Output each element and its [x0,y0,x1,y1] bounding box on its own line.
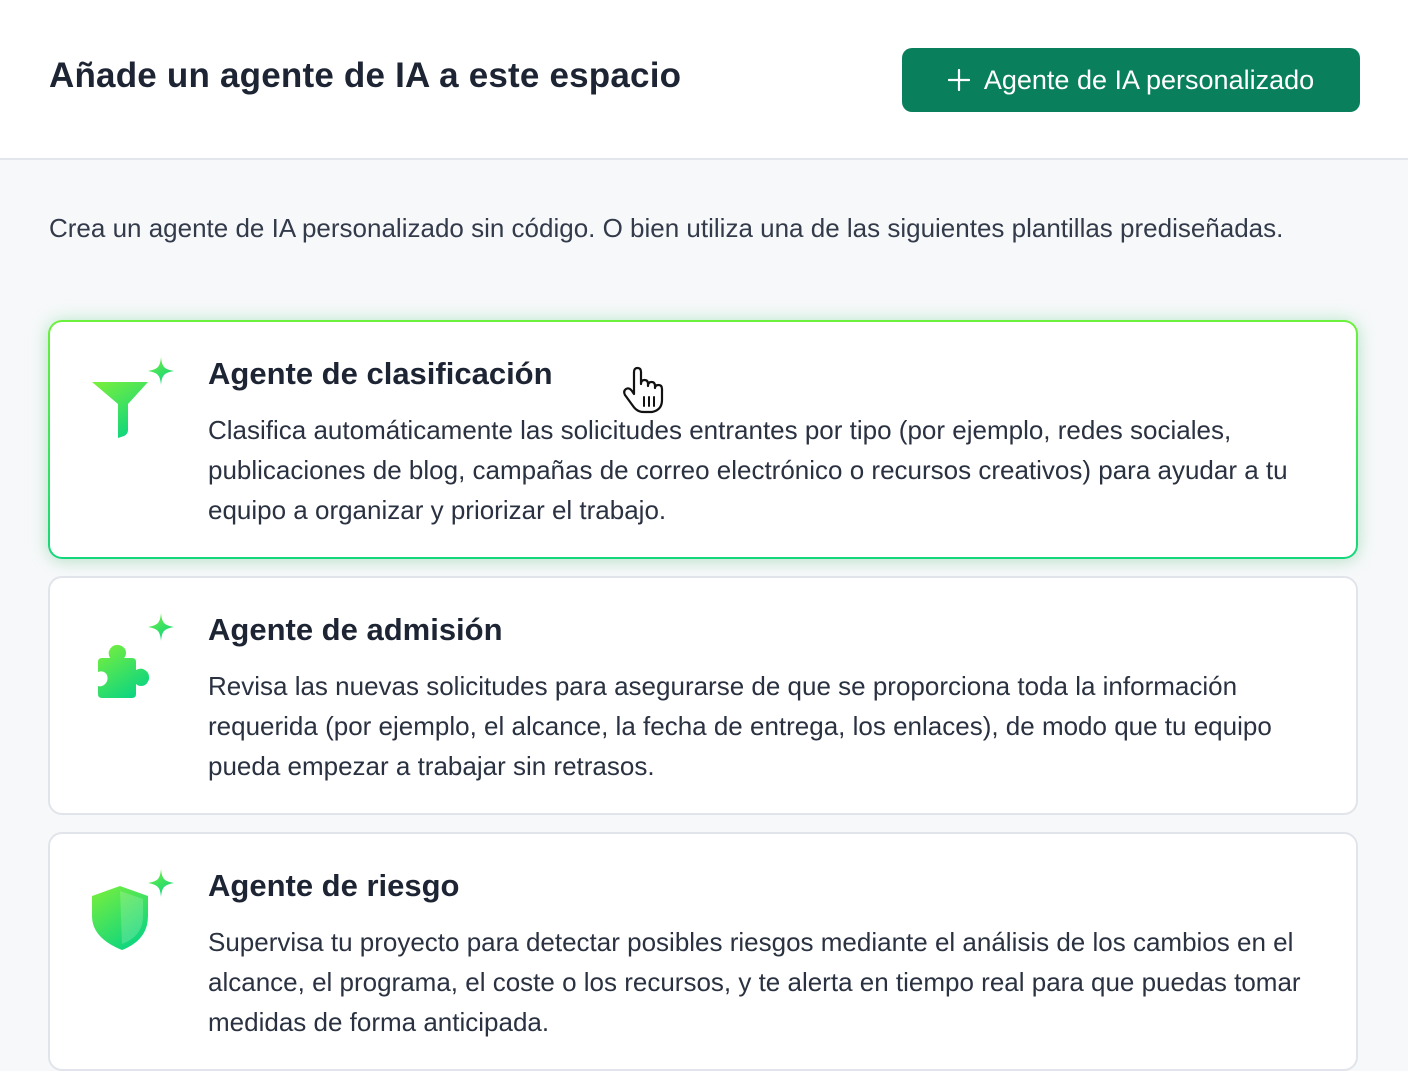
shield-sparkle-icon [86,866,178,956]
agent-description: Clasifica automáticamente las solicitude… [208,415,1288,525]
puzzle-sparkle-icon [86,610,178,700]
custom-agent-button[interactable]: Agente de IA personalizado [902,48,1360,112]
plus-icon [947,69,970,91]
page-title: Añade un agente de IA a este espacio [49,56,682,95]
agent-title: Agente de clasificación [208,356,553,391]
agent-title: Agente de admisión [208,612,503,647]
page-header: Añade un agente de IA a este espacio Age… [0,0,1408,160]
funnel-sparkle-icon [86,354,178,444]
agent-card-intake[interactable]: Agente de admisión Revisa las nuevas sol… [48,576,1358,815]
hand-cursor-icon [620,364,668,416]
agent-description: Supervisa tu proyecto para detectar posi… [208,927,1301,1037]
custom-agent-button-label: Agente de IA personalizado [983,64,1315,95]
agent-title: Agente de riesgo [208,868,460,903]
intro-text: Crea un agente de IA personalizado sin c… [49,213,1284,243]
agent-card-risk[interactable]: Agente de riesgo Supervisa tu proyecto p… [48,832,1358,1071]
agent-card-classification[interactable]: Agente de clasificación Clasifica automá… [48,320,1358,559]
agent-description: Revisa las nuevas solicitudes para asegu… [208,671,1272,781]
